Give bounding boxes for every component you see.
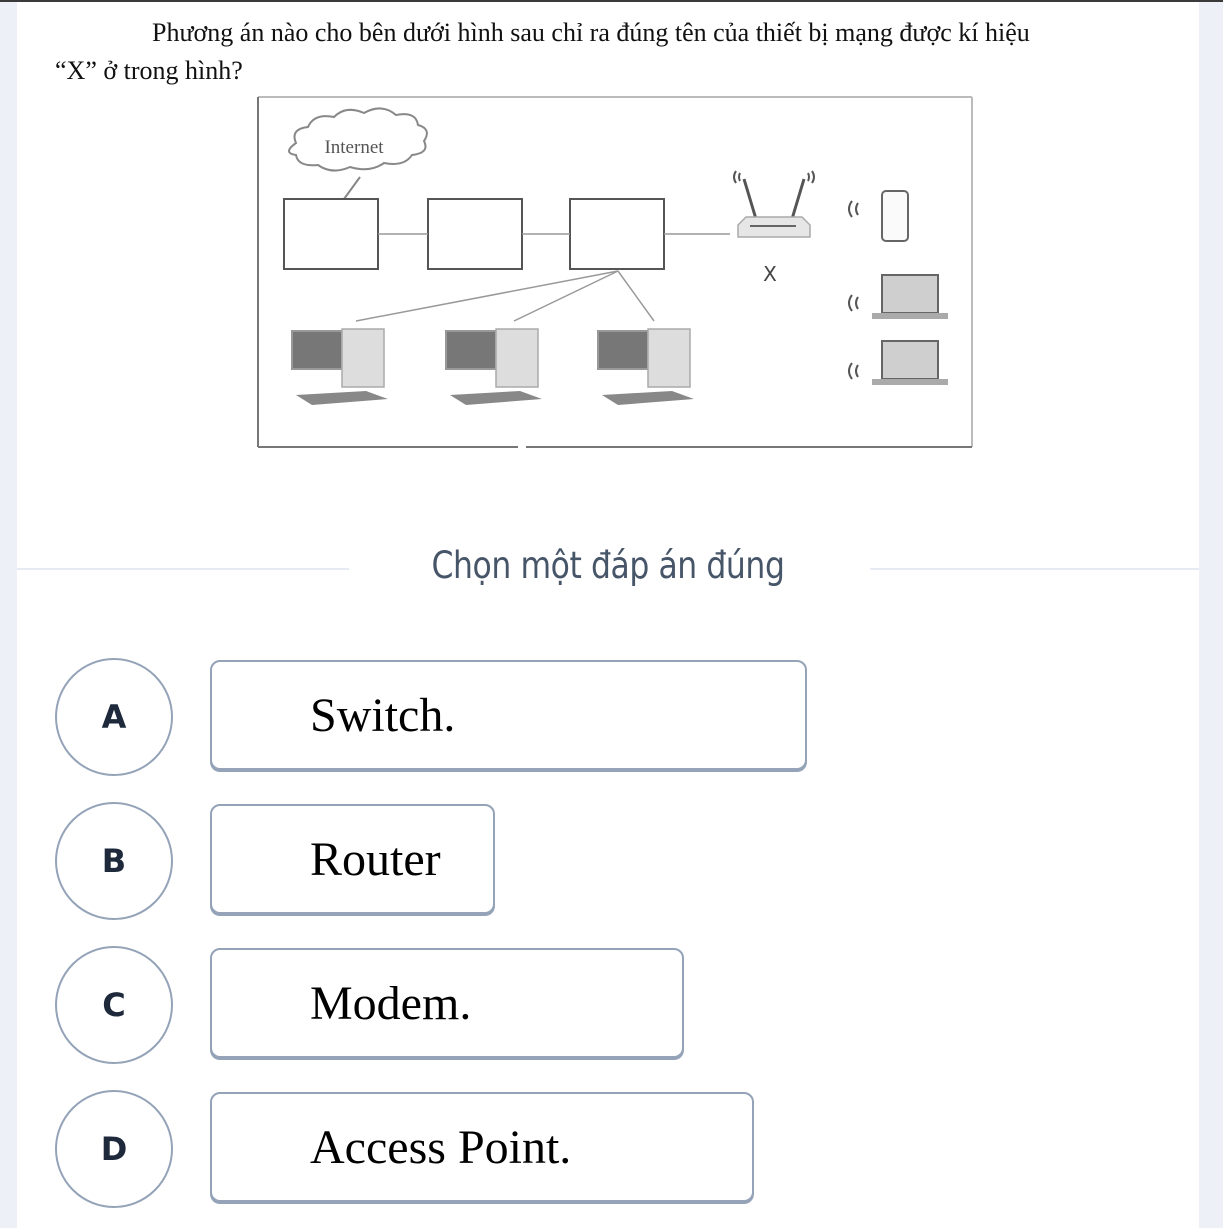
- desktop-computer-icon-1: [291, 328, 388, 405]
- option-d-letter[interactable]: D: [55, 1090, 173, 1208]
- device-box-2: [427, 198, 523, 270]
- option-b-letter[interactable]: B: [55, 802, 173, 920]
- divider-line-right: [870, 568, 1199, 570]
- instruction-divider: Chọn một đáp án đúng: [17, 540, 1199, 596]
- laptop-icon-2: [848, 340, 948, 385]
- option-d[interactable]: D Access Point.: [55, 1090, 815, 1208]
- device-x-label: X: [763, 262, 777, 286]
- internet-cloud-icon: Internet: [288, 107, 428, 200]
- connection-lines: [355, 233, 730, 322]
- device-box-1: [283, 198, 379, 270]
- option-d-answer[interactable]: Access Point.: [210, 1092, 754, 1202]
- option-a[interactable]: A Switch.: [55, 658, 815, 776]
- desktop-computer-icon-3: [597, 328, 694, 405]
- question-text: Phương án nào cho bên dưới hình sau chỉ …: [55, 14, 1165, 90]
- option-c[interactable]: C Modem.: [55, 946, 815, 1064]
- device-box-3: [569, 198, 665, 270]
- option-c-answer[interactable]: Modem.: [210, 948, 684, 1058]
- network-diagram: Internet X: [256, 95, 974, 451]
- smartphone-icon: [848, 190, 909, 242]
- desktop-computer-icon-2: [445, 328, 542, 405]
- option-a-letter[interactable]: A: [55, 658, 173, 776]
- option-c-letter[interactable]: C: [55, 946, 173, 1064]
- laptop-icon-1: [848, 274, 948, 319]
- unknown-device-boxes: [283, 198, 665, 270]
- question-line-2: “X” ở trong hình?: [55, 56, 243, 85]
- option-b[interactable]: B Router: [55, 802, 815, 920]
- option-b-answer[interactable]: Router: [210, 804, 495, 914]
- option-a-answer[interactable]: Switch.: [210, 660, 807, 770]
- wireless-router-icon: X: [733, 170, 815, 286]
- cloud-label: Internet: [324, 137, 384, 158]
- instruction-text: Chọn một đáp án đúng: [431, 544, 785, 587]
- question-line-1: Phương án nào cho bên dưới hình sau chỉ …: [152, 18, 1030, 47]
